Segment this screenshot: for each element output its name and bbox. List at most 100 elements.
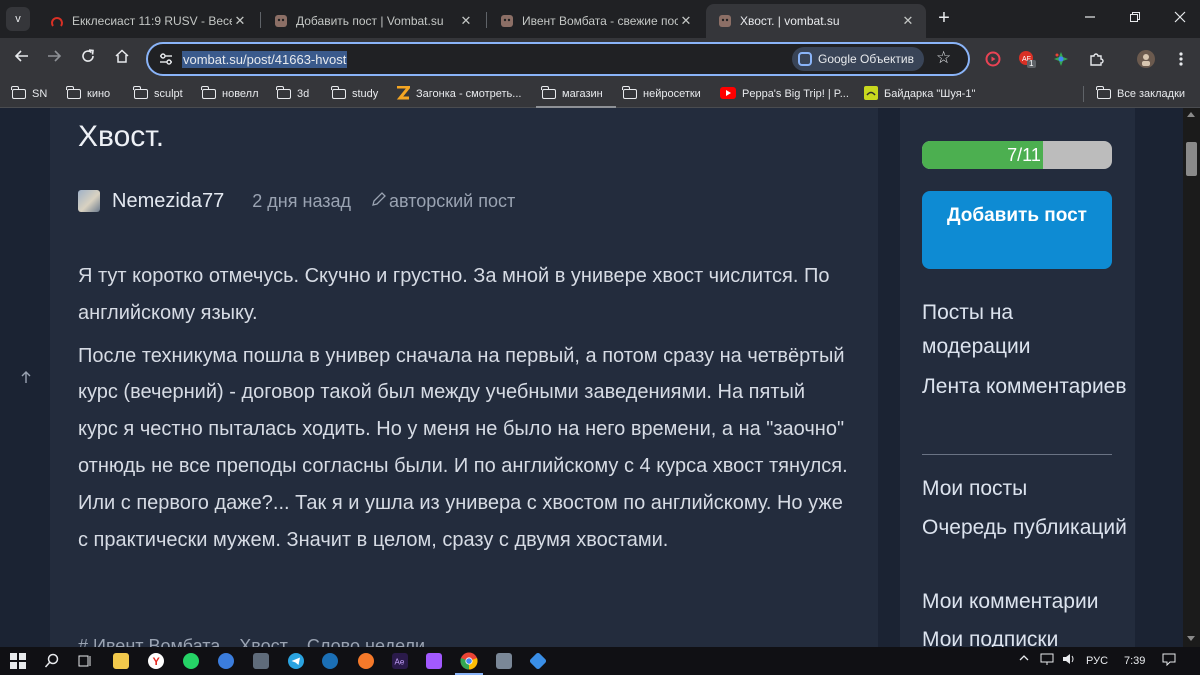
svg-text:Y: Y (153, 656, 161, 668)
bookmark-novell[interactable]: новелл (201, 85, 259, 103)
yandex-icon[interactable]: Y (146, 651, 166, 671)
bookmark-zagonka[interactable]: Загонка - смотреть... (396, 85, 521, 103)
reload-icon[interactable] (76, 47, 100, 71)
all-bookmarks[interactable]: Все закладки (1096, 85, 1185, 103)
network-tray-icon[interactable] (1040, 652, 1054, 672)
folder-icon (622, 86, 637, 99)
tab-hvost[interactable]: Хвост. | vombat.su ✕ (706, 4, 926, 38)
folder-icon (1096, 86, 1111, 99)
whatsapp-icon[interactable] (181, 651, 201, 671)
tab-event[interactable]: Ивент Вомбата - свежие пост ✕ (488, 4, 704, 38)
bookmark-study[interactable]: study (331, 85, 378, 103)
opera-extension-icon[interactable] (984, 50, 1002, 68)
windows-start-icon[interactable] (8, 651, 28, 671)
figma-icon[interactable] (424, 651, 444, 671)
menu-dots-icon[interactable] (1172, 50, 1190, 68)
bookmark-peppa[interactable]: Peppa's Big Trip! | P... (720, 85, 849, 103)
bookmark-neiroseti[interactable]: нейросетки (622, 85, 701, 103)
google-lens-button[interactable]: Google Объектив (792, 47, 924, 71)
scroll-up-arrow-icon[interactable] (1187, 112, 1195, 117)
tray-chevron-icon[interactable] (1018, 652, 1030, 670)
sidebar-link-my-comments[interactable]: Мои комментарии (922, 585, 1127, 619)
tab-strip: v Екклесиаст 11:9 RUSV - Весели ✕ Добави… (0, 0, 1200, 38)
sidebar-divider (922, 454, 1112, 455)
scroll-to-top-icon[interactable] (20, 370, 32, 387)
tab-title: Хвост. | vombat.su (740, 14, 840, 28)
bookmarks-separator (1083, 86, 1084, 102)
new-tab-button[interactable]: + (934, 8, 954, 29)
extensions-puzzle-icon[interactable] (1087, 50, 1105, 68)
notifications-icon[interactable] (1162, 652, 1176, 672)
bookmark-star-icon[interactable]: ☆ (936, 48, 951, 68)
add-post-button[interactable]: Добавить пост (922, 191, 1112, 269)
sidebar-link-subscriptions[interactable]: Мои подписки (922, 623, 1127, 647)
bookmark-sculpt[interactable]: sculpt (133, 85, 183, 103)
folder-icon (133, 86, 148, 99)
folder-icon (541, 86, 556, 99)
search-icon[interactable] (42, 651, 62, 671)
close-icon[interactable]: ✕ (232, 13, 248, 29)
address-bar[interactable]: vombat.su/post/41663-hvost Google Объект… (146, 42, 970, 76)
home-icon[interactable] (110, 47, 134, 71)
screen-app-icon[interactable] (494, 651, 514, 671)
minimize-icon[interactable] (1080, 8, 1100, 28)
baidarka-icon (864, 85, 878, 103)
scroll-thumb[interactable] (1186, 142, 1197, 176)
tag-link[interactable]: # Ивент Вомбата (78, 636, 220, 647)
bookmark-sn[interactable]: SN (11, 85, 47, 103)
sidebar-link-queue[interactable]: Очередь публикаций (922, 511, 1127, 545)
profile-avatar[interactable] (1137, 50, 1155, 68)
bookmark-magazin[interactable]: магазин (541, 85, 603, 103)
after-effects-icon[interactable]: Ae (390, 651, 410, 671)
file-explorer-icon[interactable] (111, 651, 131, 671)
bookmark-3d[interactable]: 3d (276, 85, 309, 103)
tab-add-post[interactable]: Добавить пост | Vombat.su ✕ (262, 4, 484, 38)
blender-icon[interactable] (356, 651, 376, 671)
forward-icon[interactable] (42, 47, 66, 71)
url-text[interactable]: vombat.su/post/41663-hvost (182, 51, 348, 68)
tab-separator (486, 12, 487, 28)
pencil-icon (371, 191, 387, 212)
network-app-icon[interactable] (528, 651, 548, 671)
restore-icon[interactable] (1125, 8, 1145, 28)
windows-taskbar: Y Ae РУС 7:39 (0, 647, 1200, 675)
scroll-down-arrow-icon[interactable] (1187, 636, 1195, 641)
tab-separator (260, 12, 261, 28)
author-link[interactable]: Nemezida77 (112, 190, 224, 213)
tag-link[interactable]: Хвост (239, 636, 288, 647)
back-icon[interactable] (10, 47, 34, 71)
language-indicator[interactable]: РУС (1086, 652, 1108, 670)
window-close-icon[interactable] (1170, 8, 1190, 28)
tab-ekklesiast[interactable]: Екклесиаст 11:9 RUSV - Весели ✕ (38, 4, 258, 38)
close-icon[interactable]: ✕ (458, 13, 474, 29)
progress-bar: 7/11 (922, 141, 1112, 169)
vombat-icon (718, 14, 732, 28)
site-settings-icon[interactable] (158, 51, 174, 67)
close-icon[interactable]: ✕ (900, 13, 916, 29)
chrome-icon[interactable] (459, 651, 479, 671)
task-view-icon[interactable] (75, 651, 95, 671)
sidebar-link-comments-feed[interactable]: Лента комментариев (922, 370, 1127, 404)
bookmark-kino[interactable]: кино (66, 85, 110, 103)
vombat-icon (274, 14, 288, 28)
colorful-extension-icon[interactable] (1052, 50, 1070, 68)
post-card: Хвост. Nemezida77 2 дня назад авторский … (50, 108, 878, 647)
tab-search-button[interactable]: v (6, 7, 30, 31)
folder-icon (66, 86, 81, 99)
calculator-icon[interactable] (251, 651, 271, 671)
bookmark-baidarka[interactable]: Байдарка "Шуя-1" (864, 85, 975, 103)
sidebar-link-moderation[interactable]: Посты на модерации (922, 296, 1127, 364)
sidebar-link-my-posts[interactable]: Мои посты (922, 472, 1127, 506)
author-avatar[interactable] (78, 190, 100, 212)
close-icon[interactable]: ✕ (678, 13, 694, 29)
tag-link[interactable]: Слово недели (307, 636, 425, 647)
clock[interactable]: 7:39 (1124, 652, 1145, 670)
author-post-tag[interactable]: авторский пост (389, 191, 515, 212)
page-scrollbar[interactable] (1183, 108, 1200, 647)
blue-app-icon[interactable] (216, 651, 236, 671)
steam-icon[interactable] (320, 651, 340, 671)
telegram-icon[interactable] (286, 651, 306, 671)
volume-icon[interactable] (1062, 652, 1076, 672)
translate-extension-icon[interactable]: AF 1 (1018, 50, 1036, 68)
post-time: 2 дня назад (252, 190, 352, 211)
